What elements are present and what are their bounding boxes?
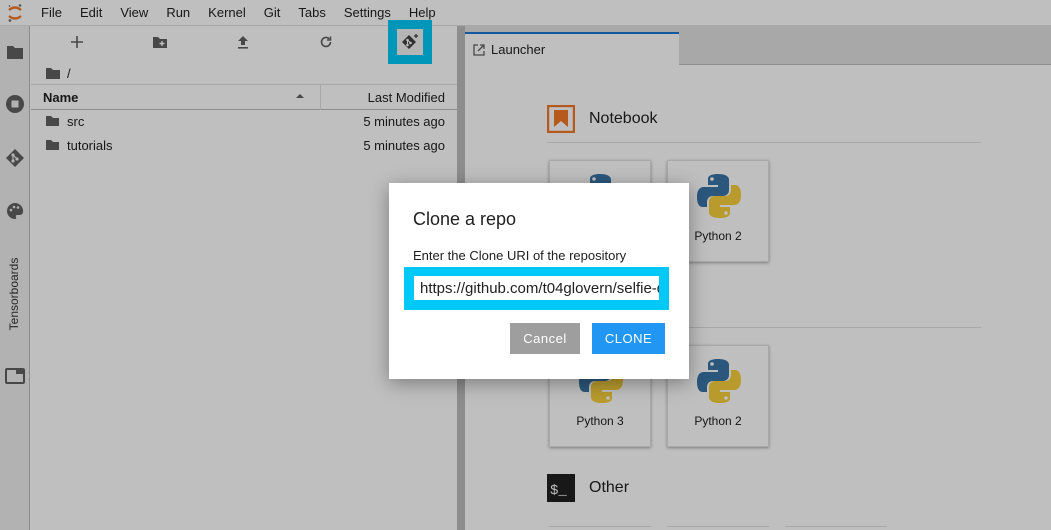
clone-repo-dialog: Clone a repo Enter the Clone URI of the …: [389, 183, 689, 379]
dialog-title: Clone a repo: [413, 209, 517, 229]
clone-button[interactable]: CLONE: [592, 323, 665, 354]
clone-uri-highlight: [404, 267, 669, 310]
cancel-button[interactable]: Cancel: [510, 323, 580, 354]
clone-uri-label: Enter the Clone URI of the repository: [413, 248, 627, 263]
clone-uri-input[interactable]: [414, 276, 659, 300]
